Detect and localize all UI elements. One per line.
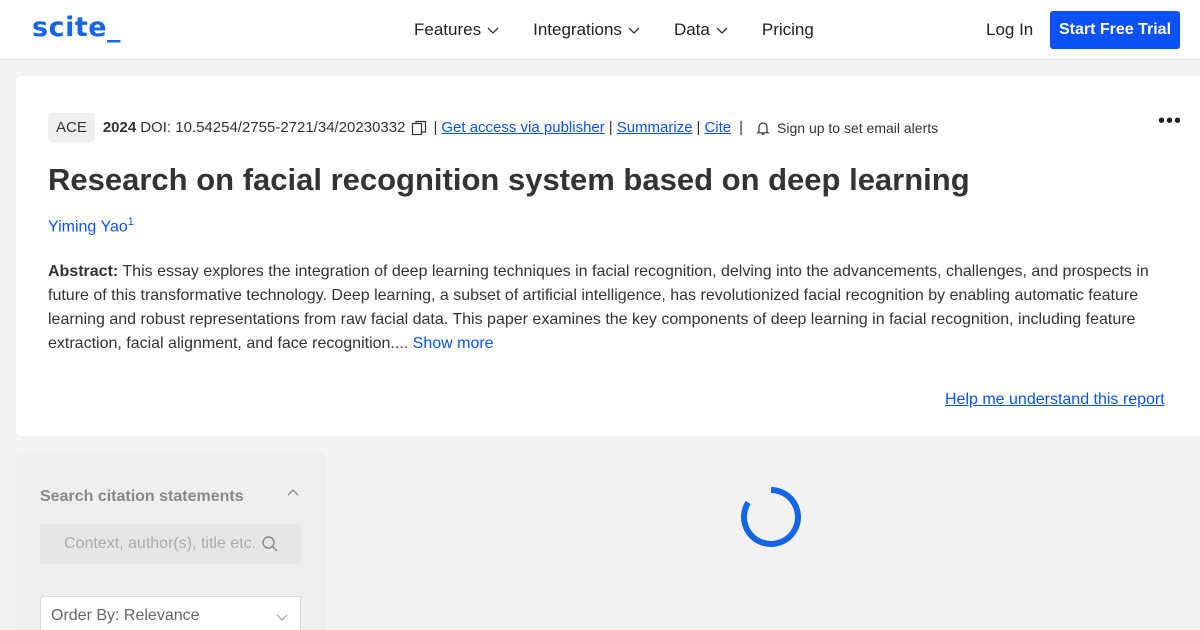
order-by-value: Order By: Relevance: [51, 607, 200, 624]
nav-pricing[interactable]: Pricing: [762, 20, 814, 40]
citation-search-box: [40, 524, 301, 564]
separator: |: [739, 119, 744, 136]
show-more-link[interactable]: Show more: [413, 335, 494, 352]
login-link[interactable]: Log In: [986, 20, 1033, 40]
author-affiliation-index: 1: [127, 216, 134, 228]
paper-card: ••• ACE 2024 DOI: 10.54254/2755-2721/34/…: [16, 76, 1200, 436]
nav-data-label: Data: [673, 20, 710, 39]
doi-text: DOI: 10.54254/2755-2721/34/20230332: [140, 119, 406, 136]
bell-icon[interactable]: [755, 120, 771, 136]
abstract-text: This essay explores the integration of d…: [48, 263, 1149, 352]
author-link[interactable]: Yiming Yao1: [48, 216, 134, 236]
top-navbar: scite_ Features Integrations Data Pricin…: [0, 0, 1200, 60]
nav-features-label: Features: [414, 20, 482, 39]
separator: |: [608, 119, 613, 136]
help-understand-report-link[interactable]: Help me understand this report: [945, 391, 1165, 409]
abstract: Abstract: This essay explores the integr…: [48, 260, 1168, 356]
order-by-select[interactable]: Order By: Relevance: [40, 596, 301, 630]
search-citations-heading: Search citation statements: [40, 488, 244, 505]
nav-features[interactable]: Features: [414, 20, 499, 40]
start-free-trial-button[interactable]: Start Free Trial: [1050, 11, 1180, 49]
abstract-label: Abstract:: [48, 263, 119, 280]
more-options-icon[interactable]: •••: [1158, 110, 1182, 133]
journal-badge[interactable]: ACE: [48, 113, 95, 142]
publisher-access-link[interactable]: Get access via publisher: [441, 119, 604, 136]
loading-spinner-icon: [741, 487, 801, 547]
nav-integrations[interactable]: Integrations: [533, 20, 640, 40]
nav-data[interactable]: Data: [674, 20, 728, 40]
separator: |: [433, 119, 438, 136]
chevron-down-icon: [276, 614, 288, 621]
paper-title: Research on facial recognition system ba…: [48, 162, 970, 197]
nav-integrations-label: Integrations: [533, 20, 622, 39]
scite-logo[interactable]: scite_: [32, 12, 121, 43]
nav-pricing-label: Pricing: [761, 20, 814, 39]
paper-meta-row: ACE 2024 DOI: 10.54254/2755-2721/34/2023…: [48, 113, 938, 142]
separator: |: [696, 119, 701, 136]
chevron-up-icon[interactable]: [286, 486, 300, 500]
author-name: Yiming Yao: [48, 218, 128, 236]
publication-year: 2024: [102, 119, 137, 136]
chevron-down-icon: [716, 27, 728, 34]
citation-search-input[interactable]: [40, 524, 260, 564]
chevron-down-icon: [487, 27, 499, 34]
citation-search-panel: Search citation statements Order By: Rel…: [16, 452, 325, 630]
cite-link[interactable]: Cite: [704, 119, 731, 136]
chevron-down-icon: [628, 27, 640, 34]
search-icon[interactable]: [261, 535, 279, 553]
main-menu: Features Integrations Data Pricing: [414, 0, 848, 60]
summarize-link[interactable]: Summarize: [617, 119, 693, 136]
copy-icon[interactable]: [411, 120, 427, 136]
email-alerts-link[interactable]: Sign up to set email alerts: [777, 120, 938, 136]
